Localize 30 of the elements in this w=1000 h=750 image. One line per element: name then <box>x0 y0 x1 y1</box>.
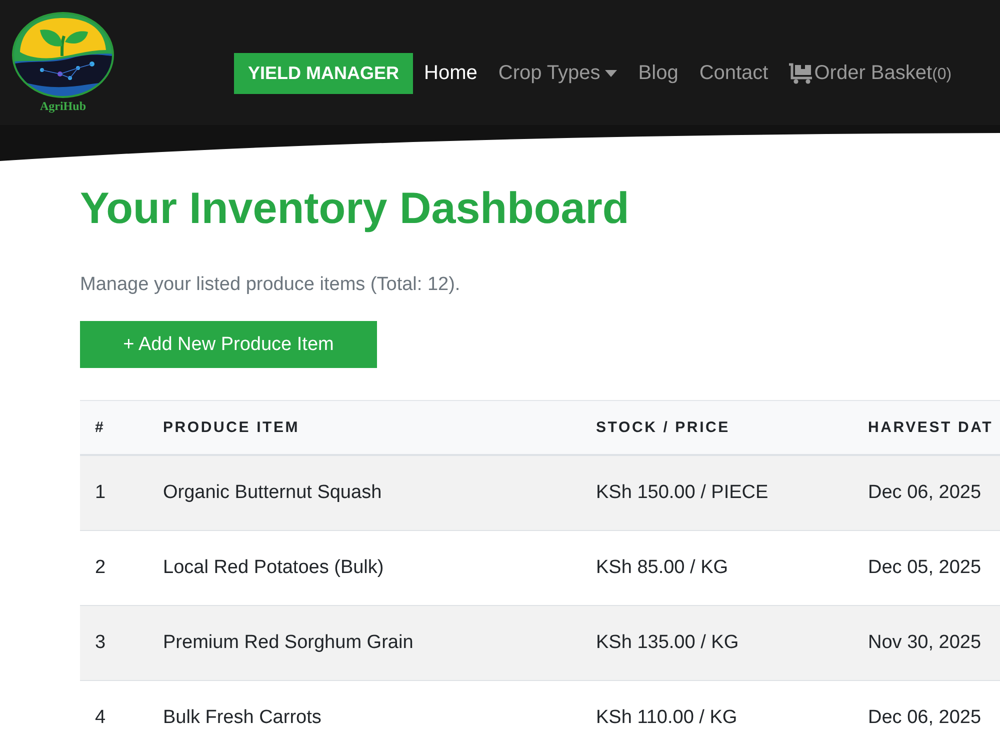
table-cell-text: Premium Red Sorghum Grain <box>162 631 414 655</box>
nav-link[interactable]: Blog <box>638 62 678 85</box>
column-header: PRODUCE ITEM <box>162 418 301 438</box>
table-cell-text: Bulk Fresh Carrots <box>162 706 322 730</box>
table-cell-text: 2 <box>94 556 107 580</box>
table-cell-text: KSh 135.00 / KG <box>595 631 740 655</box>
table-cell-text: KSh 110.00 / KG <box>595 706 738 730</box>
cart-icon <box>789 63 814 84</box>
column-header: # <box>94 418 106 438</box>
cart-link[interactable]: Order Basket(0) <box>789 62 952 85</box>
table-cell-text: 3 <box>94 631 107 655</box>
nav-dropdown[interactable]: Crop Types <box>498 62 618 85</box>
column-header: STOCK / PRICE <box>595 418 731 438</box>
table-cell-text: KSh 150.00 / PIECE <box>595 481 770 505</box>
table-cell-text: KSh 85.00 / KG <box>595 556 730 580</box>
table-cell-text: Dec 06, 2025 <box>867 481 982 505</box>
table-cell-text: Nov 30, 2025 <box>867 631 982 655</box>
column-header: HARVEST DAT <box>867 418 994 438</box>
table-cell-text: 4 <box>94 706 107 730</box>
nav-link[interactable]: Contact <box>699 62 768 85</box>
table-cell-text: Local Red Potatoes (Bulk) <box>162 556 385 580</box>
table-cell-text: Organic Butternut Squash <box>162 481 383 505</box>
table-cell-text: 1 <box>94 481 107 505</box>
nav-link[interactable]: Home <box>424 62 478 85</box>
page-title: Your Inventory Dashboard <box>80 183 630 235</box>
table-cell-text: Dec 06, 2025 <box>867 706 982 730</box>
caret-icon <box>605 70 618 77</box>
table-cell-text: Dec 05, 2025 <box>867 556 982 580</box>
page-subtitle: Manage your listed produce items (Total: 12). <box>80 273 462 297</box>
logo-text: AgriHub <box>40 99 86 113</box>
